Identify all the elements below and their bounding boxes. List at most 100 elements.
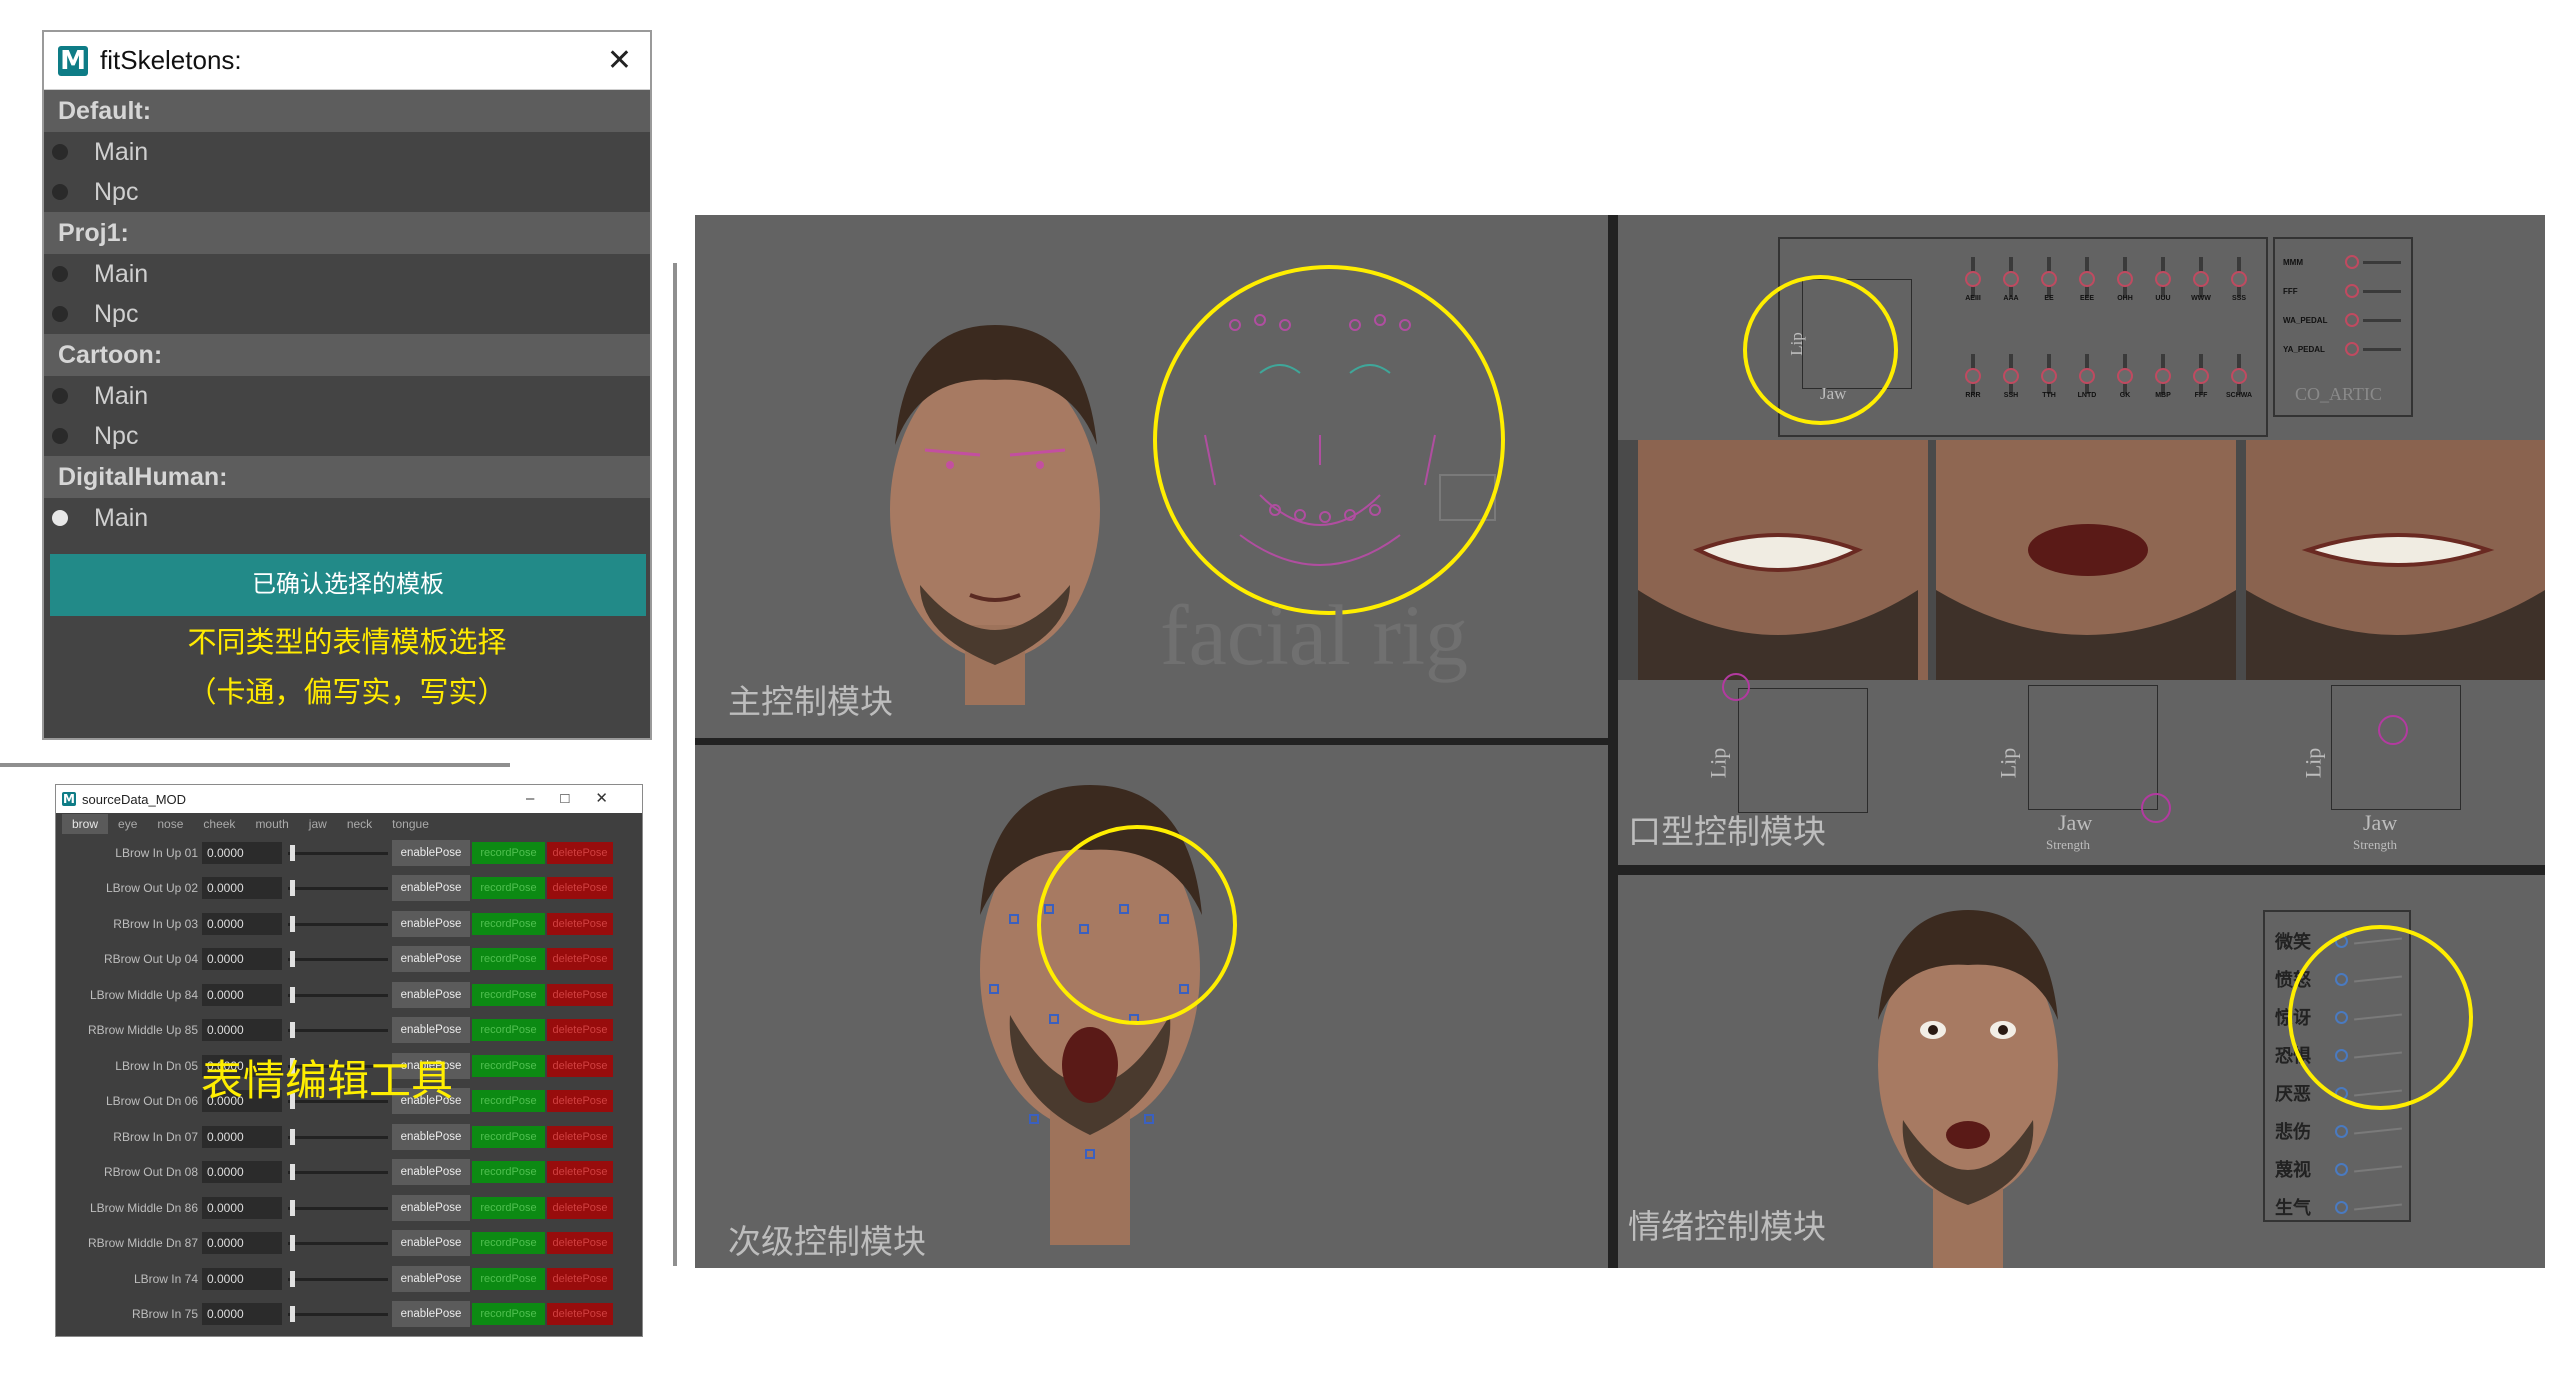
pose-slider[interactable]: [288, 1303, 388, 1325]
viseme-control[interactable]: FFF: [2183, 354, 2219, 399]
side-control[interactable]: WA_PEDAL: [2283, 309, 2408, 331]
enable-pose-button[interactable]: enablePose: [392, 910, 470, 937]
pose-value-field[interactable]: 0.0000: [202, 1019, 282, 1042]
record-pose-button[interactable]: recordPose: [472, 1196, 545, 1219]
pose-slider[interactable]: [288, 1232, 388, 1254]
viseme-knob-icon[interactable]: [2079, 368, 2095, 384]
viseme-knob-icon[interactable]: [1965, 271, 1981, 287]
record-pose-button[interactable]: recordPose: [472, 1303, 545, 1326]
pose-slider[interactable]: [288, 1268, 388, 1290]
template-radio-option[interactable]: Main: [44, 132, 650, 172]
viseme-knob-icon[interactable]: [2041, 271, 2057, 287]
control-knob-icon[interactable]: [2345, 342, 2359, 356]
pose-value-field[interactable]: 0.0000: [202, 1161, 282, 1184]
pose-slider[interactable]: [288, 877, 388, 899]
slider-handle[interactable]: [290, 915, 295, 932]
enable-pose-button[interactable]: enablePose: [392, 946, 470, 973]
record-pose-button[interactable]: recordPose: [472, 841, 545, 864]
slider-handle[interactable]: [290, 1199, 295, 1216]
template-radio-option[interactable]: Npc: [44, 416, 650, 456]
pose-value-field[interactable]: 0.0000: [202, 1303, 282, 1326]
emotion-control[interactable]: 悲伤: [2275, 1116, 2405, 1146]
emotion-control[interactable]: 蔑视: [2275, 1154, 2405, 1184]
pose-slider[interactable]: [288, 1197, 388, 1219]
viseme-control[interactable]: RRR: [1955, 354, 1991, 399]
record-pose-button[interactable]: recordPose: [472, 1125, 545, 1148]
delete-pose-button[interactable]: deletePose: [547, 1161, 613, 1184]
delete-pose-button[interactable]: deletePose: [547, 1090, 613, 1113]
viseme-knob-icon[interactable]: [2003, 368, 2019, 384]
delete-pose-button[interactable]: deletePose: [547, 1267, 613, 1290]
enable-pose-button[interactable]: enablePose: [392, 1301, 470, 1328]
record-pose-button[interactable]: recordPose: [472, 983, 545, 1006]
side-control[interactable]: FFF: [2283, 280, 2408, 302]
viseme-control[interactable]: MBP: [2145, 354, 2181, 399]
enable-pose-button[interactable]: enablePose: [392, 1194, 470, 1221]
delete-pose-button[interactable]: deletePose: [547, 1232, 613, 1255]
radio-unselected-icon[interactable]: [52, 306, 68, 322]
viseme-knob-icon[interactable]: [2155, 368, 2171, 384]
delete-pose-button[interactable]: deletePose: [547, 1303, 613, 1326]
tab-tongue[interactable]: tongue: [382, 814, 439, 834]
tab-brow[interactable]: brow: [62, 814, 109, 834]
viseme-control[interactable]: EE: [2031, 257, 2067, 302]
tab-mouth[interactable]: mouth: [245, 814, 298, 834]
radio-unselected-icon[interactable]: [52, 144, 68, 160]
delete-pose-button[interactable]: deletePose: [547, 912, 613, 935]
pose-value-field[interactable]: 0.0000: [202, 983, 282, 1006]
enable-pose-button[interactable]: enablePose: [392, 981, 470, 1008]
emotion-control[interactable]: 生气: [2275, 1192, 2405, 1222]
fit-title-bar[interactable]: M fitSkeletons: ✕: [44, 32, 650, 90]
viseme-knob-icon[interactable]: [2117, 368, 2133, 384]
pose-value-field[interactable]: 0.0000: [202, 877, 282, 900]
emotion-knob-icon[interactable]: [2335, 1162, 2348, 1176]
slider-handle[interactable]: [290, 951, 295, 968]
radio-unselected-icon[interactable]: [52, 266, 68, 282]
record-pose-button[interactable]: recordPose: [472, 1232, 545, 1255]
record-pose-button[interactable]: recordPose: [472, 877, 545, 900]
pose-value-field[interactable]: 0.0000: [202, 1267, 282, 1290]
enable-pose-button[interactable]: enablePose: [392, 839, 470, 866]
tab-cheek[interactable]: cheek: [193, 814, 245, 834]
viseme-knob-icon[interactable]: [2117, 271, 2133, 287]
radio-unselected-icon[interactable]: [52, 184, 68, 200]
template-radio-option[interactable]: Main: [44, 376, 650, 416]
confirm-template-button[interactable]: 已确认选择的模板: [50, 554, 646, 616]
tab-neck[interactable]: neck: [337, 814, 382, 834]
pose-slider[interactable]: [288, 842, 388, 864]
pose-slider[interactable]: [288, 1019, 388, 1041]
slider-handle[interactable]: [290, 1270, 295, 1287]
viseme-control[interactable]: AEIII: [1955, 257, 1991, 302]
viseme-control[interactable]: UUU: [2145, 257, 2181, 302]
viseme-control[interactable]: AAA: [1993, 257, 2029, 302]
viseme-control[interactable]: GK: [2107, 354, 2143, 399]
enable-pose-button[interactable]: enablePose: [392, 1230, 470, 1257]
pose-slider[interactable]: [288, 984, 388, 1006]
radio-selected-icon[interactable]: [52, 510, 68, 526]
viseme-control[interactable]: EEE: [2069, 257, 2105, 302]
pose-value-field[interactable]: 0.0000: [202, 1196, 282, 1219]
pose-slider[interactable]: [288, 913, 388, 935]
tab-eye[interactable]: eye: [108, 814, 147, 834]
enable-pose-button[interactable]: enablePose: [392, 1123, 470, 1150]
slider-handle[interactable]: [290, 1164, 295, 1181]
delete-pose-button[interactable]: deletePose: [547, 1125, 613, 1148]
record-pose-button[interactable]: recordPose: [472, 912, 545, 935]
delete-pose-button[interactable]: deletePose: [547, 841, 613, 864]
side-control[interactable]: YA_PEDAL: [2283, 338, 2408, 360]
pose-slider[interactable]: [288, 1126, 388, 1148]
slider-handle[interactable]: [290, 986, 295, 1003]
viseme-control[interactable]: SCHWA: [2221, 354, 2257, 399]
viseme-control[interactable]: SSH: [1993, 354, 2029, 399]
record-pose-button[interactable]: recordPose: [472, 1019, 545, 1042]
delete-pose-button[interactable]: deletePose: [547, 983, 613, 1006]
viseme-control[interactable]: TTH: [2031, 354, 2067, 399]
radio-unselected-icon[interactable]: [52, 388, 68, 404]
src-title-bar[interactable]: M sourceData_MOD –□✕: [56, 785, 642, 813]
pose-value-field[interactable]: 0.0000: [202, 948, 282, 971]
template-radio-option[interactable]: Main: [44, 254, 650, 294]
viseme-control[interactable]: WWW: [2183, 257, 2219, 302]
viseme-knob-icon[interactable]: [2193, 368, 2209, 384]
radio-unselected-icon[interactable]: [52, 428, 68, 444]
slider-handle[interactable]: [290, 1128, 295, 1145]
